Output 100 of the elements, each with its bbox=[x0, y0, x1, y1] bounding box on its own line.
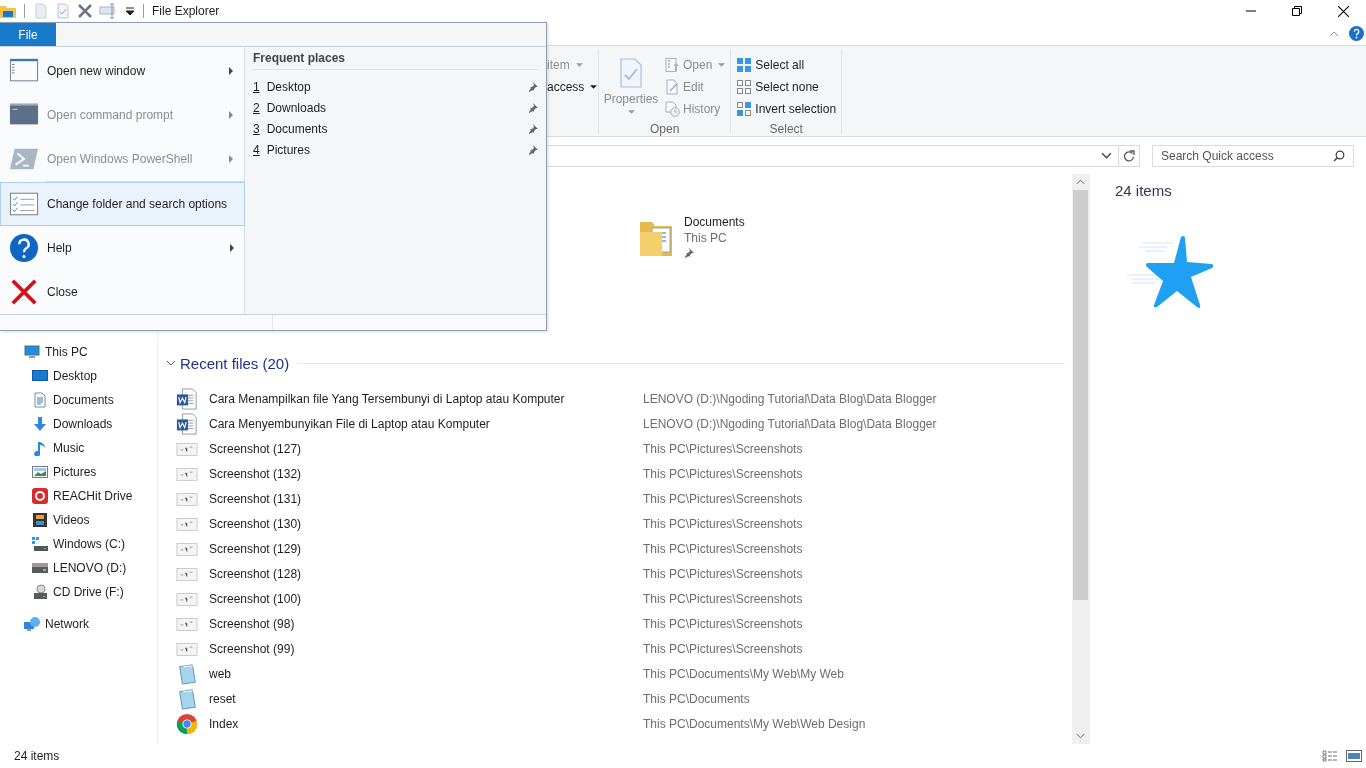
file-name[interactable]: Screenshot (129) bbox=[209, 541, 643, 556]
invert-selection-icon bbox=[736, 101, 753, 117]
drive-icon bbox=[32, 536, 48, 552]
menu-item[interactable]: Close bbox=[0, 270, 245, 314]
edit-icon bbox=[664, 79, 680, 95]
file-name[interactable]: Screenshot (128) bbox=[209, 566, 643, 581]
file-location: This PC\Pictures\Screenshots bbox=[643, 591, 803, 606]
caret-icon[interactable] bbox=[125, 6, 135, 16]
search-icon bbox=[1333, 149, 1345, 162]
app-icon bbox=[32, 488, 48, 504]
file-location: LENOVO (D:)\Ngoding Tutorial\Data Blog\Data Blogger bbox=[643, 416, 937, 431]
menu-item[interactable]: Help bbox=[0, 226, 245, 270]
scroll-up-icon[interactable] bbox=[1076, 179, 1085, 185]
place-name[interactable]: Pictures bbox=[266, 142, 311, 157]
chevron-down-icon[interactable] bbox=[166, 358, 176, 368]
place-name[interactable]: Downloads bbox=[266, 100, 327, 115]
ribbon-button[interactable]: access bbox=[547, 76, 598, 98]
menu-item[interactable]: Open new window bbox=[0, 49, 244, 93]
folder-name[interactable]: Documents bbox=[684, 214, 745, 230]
music-note-icon bbox=[32, 440, 48, 456]
large-icons-view-icon[interactable] bbox=[1346, 750, 1362, 762]
checked-page-icon[interactable] bbox=[55, 3, 71, 19]
close-icon bbox=[1337, 5, 1349, 17]
file-name[interactable]: Screenshot (98) bbox=[209, 616, 643, 631]
help-icon[interactable] bbox=[1349, 26, 1364, 41]
minimize-icon bbox=[1246, 10, 1256, 12]
nav-item[interactable]: REACHit Drive bbox=[0, 484, 133, 508]
file-location: This PC\Documents bbox=[643, 691, 750, 706]
file-location: This PC\Pictures\Screenshots bbox=[643, 466, 803, 481]
details-view-icon[interactable] bbox=[1322, 750, 1338, 762]
scrollbar-track[interactable] bbox=[1072, 174, 1089, 744]
place-number: 1 bbox=[253, 79, 260, 94]
ribbon-button[interactable]: Select all bbox=[736, 54, 837, 76]
close-icon bbox=[9, 277, 39, 307]
file-name[interactable]: web bbox=[209, 666, 643, 681]
file-name[interactable]: Cara Menampilkan file Yang Tersembunyi di Laptop atau Komputer bbox=[209, 391, 643, 406]
history-icon bbox=[664, 101, 680, 117]
network-icon bbox=[24, 616, 40, 632]
place-name[interactable]: Documents bbox=[266, 121, 328, 136]
restore-icon bbox=[1292, 6, 1302, 16]
nav-item[interactable]: LENOVO (D:) bbox=[0, 556, 127, 580]
ribbon-button[interactable]: Invert selection bbox=[736, 98, 837, 120]
select-none-icon bbox=[736, 79, 753, 95]
file-tab[interactable]: File bbox=[0, 23, 56, 46]
window-title: File Explorer bbox=[152, 4, 220, 18]
nav-item[interactable]: Windows (C:) bbox=[0, 532, 125, 556]
file-name[interactable]: reset bbox=[209, 691, 643, 706]
scrollbar-thumb[interactable] bbox=[1073, 190, 1088, 600]
cross-icon[interactable] bbox=[77, 3, 93, 19]
place-number: 2 bbox=[253, 100, 260, 115]
file-name[interactable]: Screenshot (132) bbox=[209, 466, 643, 481]
folder-icon bbox=[0, 3, 16, 19]
scroll-down-icon[interactable] bbox=[1076, 733, 1085, 739]
nav-item[interactable]: Downloads bbox=[0, 412, 113, 436]
file-name[interactable]: Index bbox=[209, 716, 643, 731]
select-all-icon bbox=[736, 57, 753, 73]
download-arrow-icon bbox=[32, 416, 48, 432]
file-location: This PC\Pictures\Screenshots bbox=[643, 516, 803, 531]
open-icon bbox=[664, 57, 680, 73]
file-name[interactable]: Cara Menyembunyikan File di Laptop atau Komputer bbox=[209, 416, 643, 431]
file-name[interactable]: Screenshot (99) bbox=[209, 641, 643, 656]
file-name[interactable]: Screenshot (131) bbox=[209, 491, 643, 506]
group-label: Select bbox=[768, 121, 804, 138]
place-number: 3 bbox=[253, 121, 260, 136]
picture-icon bbox=[32, 464, 48, 480]
section-header[interactable]: Recent files (20) bbox=[180, 354, 290, 372]
file-name[interactable]: Screenshot (130) bbox=[209, 516, 643, 531]
file-location: This PC\Pictures\Screenshots bbox=[643, 441, 803, 456]
film-icon bbox=[32, 512, 48, 528]
file-location: This PC\Pictures\Screenshots bbox=[643, 641, 803, 656]
desktop-icon bbox=[32, 368, 48, 384]
file-location: This PC\Documents\My Web\My Web bbox=[643, 666, 844, 681]
file-name[interactable]: Screenshot (127) bbox=[209, 441, 643, 456]
refresh-button[interactable] bbox=[1118, 144, 1140, 167]
file-location: This PC\Pictures\Screenshots bbox=[643, 566, 803, 581]
item-count: 24 items bbox=[1115, 182, 1172, 199]
chevron-down-icon[interactable] bbox=[1101, 152, 1112, 159]
search-field[interactable]: Search Quick access bbox=[1152, 144, 1354, 167]
status-text: 24 items bbox=[14, 749, 60, 763]
nav-item[interactable]: Network bbox=[0, 612, 89, 636]
computer-icon bbox=[24, 344, 40, 360]
nav-item[interactable]: This PC bbox=[0, 340, 88, 364]
menu-item[interactable]: Change folder and search options bbox=[0, 182, 245, 226]
nav-item[interactable]: Documents bbox=[0, 388, 114, 412]
place-name[interactable]: Desktop bbox=[266, 79, 311, 94]
cd-drive-icon bbox=[32, 584, 48, 600]
file-location: LENOVO (D:)\Ngoding Tutorial\Data Blog\Data Blogger bbox=[643, 391, 937, 406]
nav-item[interactable]: Pictures bbox=[0, 460, 97, 484]
help-icon bbox=[9, 233, 39, 263]
nav-item[interactable]: Videos bbox=[0, 508, 90, 532]
word-document-icon bbox=[176, 387, 198, 410]
place-number: 4 bbox=[253, 142, 260, 157]
chevron-up-icon[interactable] bbox=[1329, 30, 1339, 37]
nav-item[interactable]: Desktop bbox=[0, 364, 98, 388]
file-name[interactable]: Screenshot (100) bbox=[209, 591, 643, 606]
word-document-icon bbox=[176, 412, 198, 435]
nav-item[interactable]: CD Drive (F:) bbox=[0, 580, 124, 604]
ribbon-button[interactable]: Select none bbox=[736, 76, 837, 98]
browser-icon bbox=[176, 712, 198, 735]
nav-item[interactable]: Music bbox=[0, 436, 85, 460]
